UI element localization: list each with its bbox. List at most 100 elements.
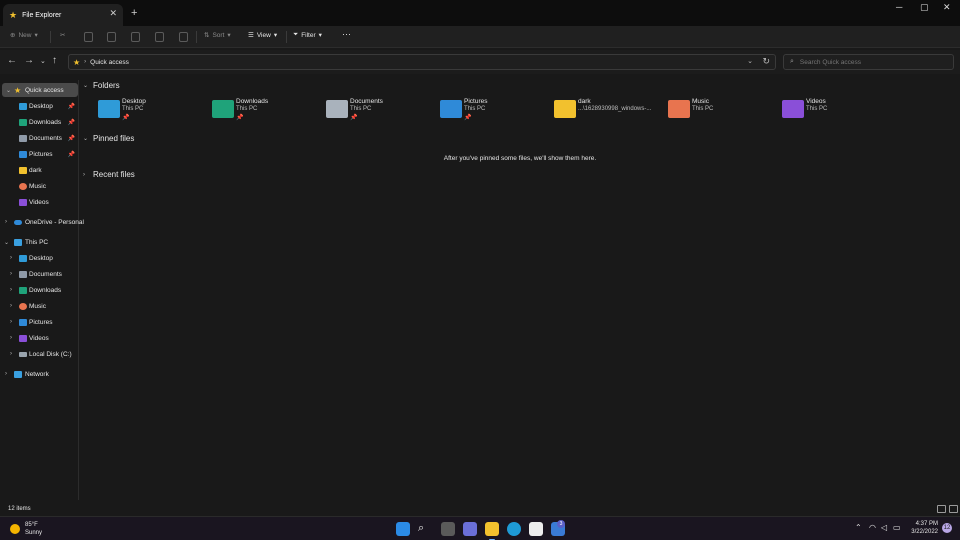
rename-icon[interactable] bbox=[131, 32, 140, 42]
new-button[interactable]: ⊕ New ▾ bbox=[10, 31, 38, 40]
sidebar-item-pc-videos[interactable]: › Videos bbox=[0, 331, 78, 345]
maximize-button[interactable]: ▢ bbox=[920, 2, 929, 13]
temperature: 85°F bbox=[25, 522, 38, 528]
search-input[interactable] bbox=[799, 58, 940, 66]
sidebar-item-network[interactable]: › Network bbox=[0, 367, 78, 381]
tab-file-explorer[interactable]: ★ File Explorer ✕ bbox=[3, 4, 123, 26]
recent-locations-button[interactable]: ⌄ bbox=[40, 57, 46, 65]
title-bar: ★ File Explorer ✕ + ─ ▢ ✕ bbox=[0, 0, 960, 26]
sidebar-item-pc-music[interactable]: › Music bbox=[0, 299, 78, 313]
close-window-button[interactable]: ✕ bbox=[943, 2, 951, 13]
search-icon[interactable]: ⌕ bbox=[418, 522, 432, 536]
chevron-down-icon[interactable]: ⌄ bbox=[6, 87, 11, 94]
see-more-button[interactable]: ··· bbox=[342, 29, 351, 39]
calendar-icon[interactable] bbox=[529, 522, 543, 536]
sidebar-item-music[interactable]: Music bbox=[0, 179, 78, 193]
paste-icon[interactable] bbox=[107, 32, 116, 42]
chevron-right-icon: › bbox=[83, 171, 85, 178]
chevron-down-icon[interactable]: ⌄ bbox=[4, 239, 9, 246]
search-icon: ⌕ bbox=[790, 58, 794, 65]
sidebar-item-documents[interactable]: Documents 📌 bbox=[0, 131, 78, 145]
tiles-view-icon[interactable] bbox=[949, 505, 958, 513]
chevron-right-icon[interactable]: › bbox=[10, 271, 12, 277]
sidebar-item-dark[interactable]: dark bbox=[0, 163, 78, 177]
clock[interactable]: 4:37 PM 3/22/2022 bbox=[906, 520, 938, 536]
sidebar-item-local-disk[interactable]: › Local Disk (C:) bbox=[0, 347, 78, 361]
sidebar-item-this-pc[interactable]: ⌄ This PC bbox=[0, 235, 78, 249]
volume-icon[interactable]: ◁ bbox=[881, 523, 887, 532]
chevron-right-icon[interactable]: › bbox=[10, 287, 12, 293]
documents-folder-icon bbox=[326, 100, 348, 118]
sidebar-item-downloads[interactable]: Downloads 📌 bbox=[0, 115, 78, 129]
folder-tile-music[interactable]: Music This PC bbox=[668, 98, 778, 124]
chevron-up-icon[interactable]: ⌃ bbox=[855, 523, 862, 532]
address-history-button[interactable]: ⌄ bbox=[747, 57, 753, 65]
weather-widget[interactable]: 85°F Sunny bbox=[10, 521, 42, 537]
share-icon[interactable] bbox=[155, 32, 164, 42]
folder-tile-videos[interactable]: Videos This PC bbox=[782, 98, 892, 124]
minimize-button[interactable]: ─ bbox=[896, 2, 902, 12]
cut-icon[interactable]: ✂ bbox=[60, 31, 65, 39]
chevron-right-icon[interactable]: › bbox=[10, 255, 12, 261]
new-tab-button[interactable]: + bbox=[131, 7, 137, 19]
videos-folder-icon bbox=[19, 334, 27, 342]
sort-button[interactable]: ⇅ Sort ▾ bbox=[204, 31, 231, 40]
sidebar-item-pc-documents[interactable]: › Documents bbox=[0, 267, 78, 281]
folder-location: This PC bbox=[122, 106, 144, 112]
details-view-icon[interactable] bbox=[937, 505, 946, 513]
folder-tile-dark[interactable]: dark ...\1628930998_windows-... bbox=[554, 98, 664, 124]
address-bar[interactable]: ★ › Quick access ⌄ ↻ bbox=[68, 54, 776, 70]
edge-icon[interactable] bbox=[507, 522, 521, 536]
chevron-right-icon[interactable]: › bbox=[10, 351, 12, 357]
pictures-folder-icon bbox=[19, 318, 27, 326]
close-tab-button[interactable]: ✕ bbox=[109, 8, 117, 19]
sidebar-item-desktop[interactable]: Desktop 📌 bbox=[0, 99, 78, 113]
chevron-right-icon[interactable]: › bbox=[10, 335, 12, 341]
chevron-right-icon[interactable]: › bbox=[5, 371, 7, 377]
back-button[interactable]: ← bbox=[7, 55, 17, 66]
task-view-icon[interactable] bbox=[441, 522, 455, 536]
pin-icon: 📌 bbox=[67, 135, 75, 142]
folder-tile-pictures[interactable]: Pictures This PC 📌 bbox=[440, 98, 550, 124]
wifi-icon[interactable]: ◠ bbox=[869, 523, 876, 532]
sidebar-item-onedrive[interactable]: › OneDrive - Personal bbox=[0, 215, 84, 229]
chevron-right-icon[interactable]: › bbox=[5, 219, 7, 225]
forward-button[interactable]: → bbox=[24, 55, 34, 66]
sidebar-item-pc-desktop[interactable]: › Desktop bbox=[0, 251, 78, 265]
start-icon[interactable] bbox=[396, 522, 410, 536]
sidebar-item-pictures[interactable]: Pictures 📌 bbox=[0, 147, 78, 161]
search-box[interactable]: ⌕ bbox=[783, 54, 954, 70]
delete-icon[interactable] bbox=[179, 32, 188, 42]
folder-name: dark bbox=[578, 98, 591, 105]
folder-tile-documents[interactable]: Documents This PC 📌 bbox=[326, 98, 436, 124]
filter-button[interactable]: ⏷ Filter ▾ bbox=[293, 31, 322, 39]
refresh-button[interactable]: ↻ bbox=[762, 56, 770, 67]
sidebar-item-pc-downloads[interactable]: › Downloads bbox=[0, 283, 78, 297]
copy-icon[interactable] bbox=[84, 32, 93, 42]
section-recent-files[interactable]: › Recent files bbox=[83, 170, 135, 179]
battery-icon[interactable]: ▭ bbox=[893, 523, 901, 532]
file-explorer-icon[interactable] bbox=[485, 522, 499, 540]
downloads-folder-icon bbox=[19, 118, 27, 126]
star-icon: ★ bbox=[9, 9, 18, 20]
sidebar-item-label: Music bbox=[29, 302, 46, 310]
chevron-right-icon[interactable]: › bbox=[10, 303, 12, 309]
chat-icon[interactable] bbox=[463, 522, 477, 536]
notification-badge[interactable]: 12 bbox=[942, 523, 952, 533]
sidebar-item-quick-access[interactable]: ⌄ ★ Quick access bbox=[2, 83, 78, 97]
section-pinned-files[interactable]: ⌄ Pinned files bbox=[83, 134, 134, 143]
weather-condition: Sunny bbox=[25, 530, 43, 536]
sidebar-item-pc-pictures[interactable]: › Pictures bbox=[0, 315, 78, 329]
folder-location: This PC bbox=[236, 106, 258, 112]
sidebar-item-videos[interactable]: Videos bbox=[0, 195, 78, 209]
chevron-right-icon[interactable]: › bbox=[10, 319, 12, 325]
divider bbox=[196, 31, 197, 43]
folder-tile-downloads[interactable]: Downloads This PC 📌 bbox=[212, 98, 322, 124]
star-icon: ★ bbox=[14, 85, 22, 95]
view-button[interactable]: ☰ View ▾ bbox=[248, 31, 277, 40]
folder-tile-desktop[interactable]: Desktop This PC 📌 bbox=[98, 98, 208, 124]
breadcrumb-quick-access[interactable]: Quick access bbox=[90, 59, 129, 66]
up-button[interactable]: ↑ bbox=[52, 55, 57, 66]
chevron-right-icon[interactable]: › bbox=[84, 59, 86, 65]
section-folders[interactable]: ⌄ Folders bbox=[83, 81, 120, 90]
